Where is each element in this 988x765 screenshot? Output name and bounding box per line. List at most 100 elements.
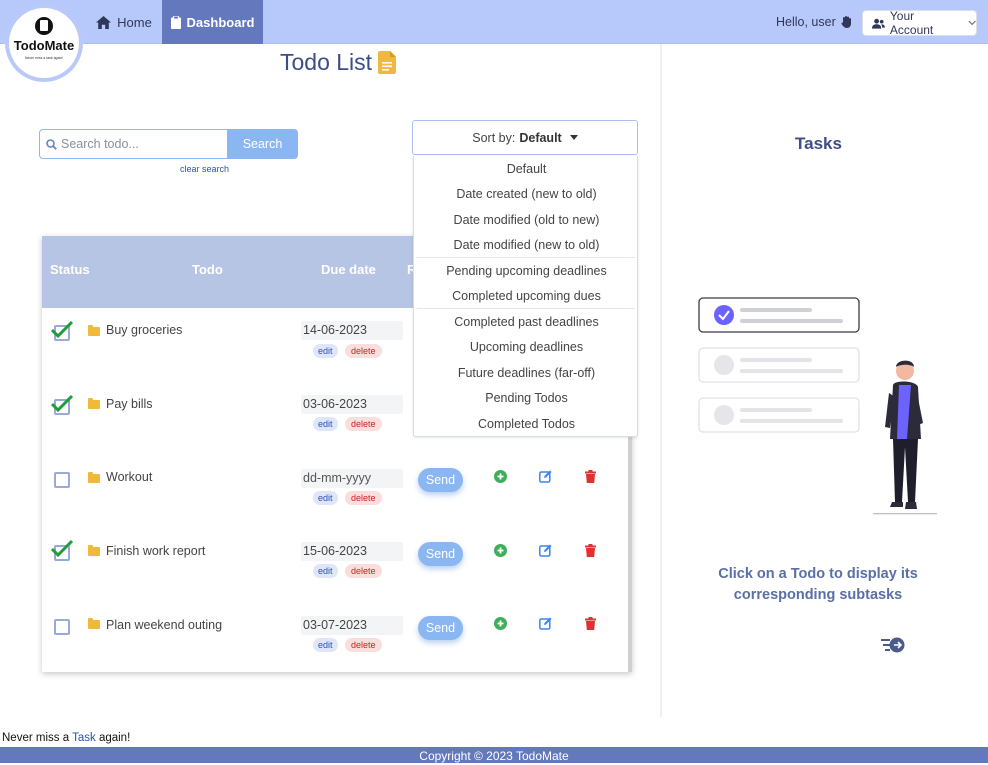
users-icon bbox=[872, 18, 885, 29]
trash-icon[interactable] bbox=[585, 544, 596, 557]
due-date-input[interactable]: 14-06-2023 bbox=[301, 321, 403, 340]
sort-option[interactable]: Pending upcoming deadlines bbox=[414, 259, 639, 284]
todo-text[interactable]: Buy groceries bbox=[106, 323, 182, 337]
edit-date-badge[interactable]: edit bbox=[313, 344, 338, 358]
edit-icon[interactable] bbox=[539, 617, 552, 630]
todo-text[interactable]: Finish work report bbox=[106, 544, 205, 558]
sort-option[interactable]: Future deadlines (far-off) bbox=[414, 361, 639, 386]
sort-prefix: Sort by: bbox=[472, 130, 516, 145]
delete-date-badge[interactable]: delete bbox=[345, 344, 382, 358]
todo-text[interactable]: Pay bills bbox=[106, 397, 153, 411]
send-button[interactable]: Send bbox=[418, 468, 463, 492]
add-subtask-icon[interactable] bbox=[494, 470, 507, 483]
table-row: Finish work report 15-06-2023 edit delet… bbox=[42, 528, 628, 601]
todo-text[interactable]: Workout bbox=[106, 470, 152, 484]
checkmark-icon bbox=[50, 394, 74, 413]
document-icon bbox=[378, 51, 397, 74]
sort-dropdown-button[interactable]: Sort by: Default bbox=[412, 120, 638, 155]
delete-date-badge[interactable]: delete bbox=[345, 638, 382, 652]
copyright-text: Copyright © 2023 TodoMate bbox=[419, 749, 569, 763]
header-status: Status bbox=[50, 262, 90, 277]
fast-delivery-icon bbox=[881, 637, 905, 653]
checkmark-icon bbox=[50, 539, 74, 558]
add-subtask-icon[interactable] bbox=[494, 617, 507, 630]
folder-icon bbox=[88, 545, 100, 556]
footer-task-link[interactable]: Task bbox=[72, 732, 96, 744]
nav-home-link[interactable]: Home bbox=[88, 0, 160, 44]
sort-menu: Default Date created (new to old) Date m… bbox=[413, 156, 638, 437]
footer-note: Never miss a Task again! bbox=[2, 732, 131, 744]
search-button[interactable]: Search bbox=[227, 129, 298, 159]
sort-option[interactable]: Date created (new to old) bbox=[414, 182, 639, 207]
sort-option[interactable]: Date modified (new to old) bbox=[414, 233, 639, 258]
menu-divider bbox=[417, 308, 635, 309]
tasks-illustration bbox=[698, 297, 937, 515]
sort-selected: Default bbox=[519, 130, 562, 145]
status-checkbox[interactable] bbox=[54, 472, 70, 488]
edit-date-badge[interactable]: edit bbox=[313, 417, 338, 431]
header-due-date: Due date bbox=[321, 262, 376, 277]
nav-home-label: Home bbox=[117, 14, 152, 30]
footer-bar: Copyright © 2023 TodoMate bbox=[0, 747, 988, 763]
subtask-placeholder-message: Click on a Todo to display its correspon… bbox=[718, 566, 918, 603]
sort-option[interactable]: Pending Todos bbox=[414, 386, 639, 411]
home-icon bbox=[96, 15, 112, 29]
send-button[interactable]: Send bbox=[418, 616, 463, 640]
logo-name: TodoMate bbox=[13, 38, 75, 53]
trash-icon[interactable] bbox=[585, 470, 596, 483]
due-date-input[interactable]: 15-06-2023 bbox=[301, 542, 403, 561]
delete-date-badge[interactable]: delete bbox=[345, 417, 382, 431]
caret-down-icon bbox=[569, 135, 578, 140]
clipboard-logo-icon bbox=[35, 17, 53, 35]
search-input[interactable] bbox=[61, 137, 211, 151]
wave-hand-icon bbox=[841, 16, 852, 28]
account-label: Your Account bbox=[889, 9, 934, 37]
add-subtask-icon[interactable] bbox=[494, 544, 507, 557]
edit-date-badge[interactable]: edit bbox=[313, 638, 338, 652]
table-row: Plan weekend outing 03-07-2023 edit dele… bbox=[42, 601, 628, 674]
todo-text[interactable]: Plan weekend outing bbox=[106, 618, 222, 632]
table-row: Workout dd-mm-yyyy edit delete Send bbox=[42, 454, 628, 527]
due-date-input[interactable]: 03-07-2023 bbox=[301, 616, 403, 635]
edit-icon[interactable] bbox=[539, 470, 552, 483]
sort-option[interactable]: Default bbox=[414, 157, 639, 182]
sort-option[interactable]: Completed upcoming dues bbox=[414, 284, 639, 309]
folder-icon bbox=[88, 398, 100, 409]
sort-option[interactable]: Completed past deadlines bbox=[414, 310, 639, 335]
due-date-input[interactable]: 03-06-2023 bbox=[301, 395, 403, 414]
delete-date-badge[interactable]: delete bbox=[345, 564, 382, 578]
sort-option[interactable]: Upcoming deadlines bbox=[414, 335, 639, 360]
nav-dashboard-link[interactable]: Dashboard bbox=[162, 0, 263, 44]
chevron-down-icon bbox=[968, 20, 976, 26]
sort-option[interactable]: Completed Todos bbox=[414, 412, 639, 437]
clear-search-link[interactable]: clear search bbox=[180, 164, 229, 174]
search-icon bbox=[46, 138, 57, 150]
sort-option[interactable]: Date modified (old to new) bbox=[414, 208, 639, 233]
nav-dashboard-label: Dashboard bbox=[186, 14, 255, 30]
delete-date-badge[interactable]: delete bbox=[345, 491, 382, 505]
brand-logo[interactable]: TodoMate Never miss a task again! bbox=[5, 4, 83, 82]
folder-icon bbox=[88, 325, 100, 336]
clipboard-icon bbox=[170, 15, 181, 29]
send-button[interactable]: Send bbox=[418, 542, 463, 566]
checkmark-icon bbox=[50, 320, 74, 339]
logo-tagline: Never miss a task again! bbox=[24, 56, 64, 60]
menu-divider bbox=[417, 257, 635, 258]
user-greeting: Hello, user bbox=[776, 15, 853, 29]
page-title: Todo List bbox=[280, 49, 397, 76]
panel-divider bbox=[660, 44, 662, 717]
navbar: Home Dashboard Hello, user Your Account bbox=[0, 0, 988, 44]
folder-icon bbox=[88, 618, 100, 629]
edit-date-badge[interactable]: edit bbox=[313, 491, 338, 505]
due-date-input[interactable]: dd-mm-yyyy bbox=[301, 469, 403, 488]
tasks-title: Tasks bbox=[795, 134, 842, 153]
trash-icon[interactable] bbox=[585, 617, 596, 630]
folder-icon bbox=[88, 472, 100, 483]
edit-date-badge[interactable]: edit bbox=[313, 564, 338, 578]
header-todo: Todo bbox=[192, 262, 223, 277]
edit-icon[interactable] bbox=[539, 544, 552, 557]
logo-badge: TodoMate Never miss a task again! bbox=[9, 8, 79, 78]
status-checkbox[interactable] bbox=[54, 619, 70, 635]
account-dropdown-button[interactable]: Your Account bbox=[862, 9, 977, 37]
search-box bbox=[39, 129, 227, 159]
